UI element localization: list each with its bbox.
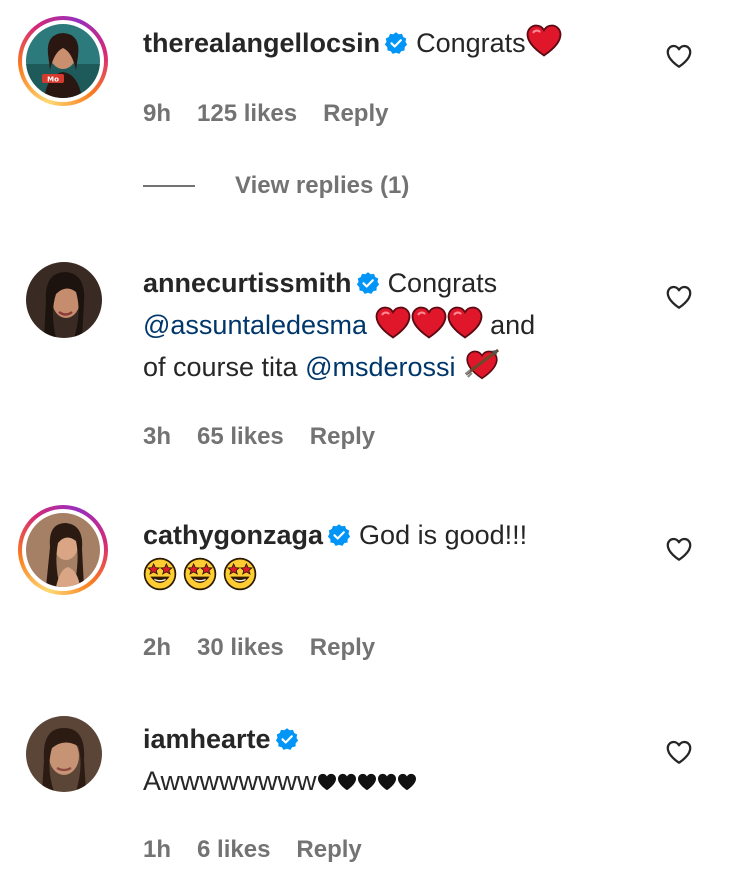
reply-button[interactable]: Reply	[323, 100, 388, 127]
comment-username[interactable]: iamhearte	[143, 724, 271, 754]
black-heart-emoji-icon	[357, 773, 377, 791]
comment-body: cathygonzaga God is good!!!	[143, 514, 613, 598]
mention-link[interactable]: @assuntaledesma	[143, 310, 367, 340]
black-heart-emoji-icon	[397, 773, 417, 791]
heart-outline-icon[interactable]	[664, 41, 694, 71]
comment-text: God is good!!!	[359, 520, 528, 550]
avatar-story-ring[interactable]: Mo	[18, 16, 108, 106]
star-struck-emoji-icon	[223, 557, 257, 591]
comment-text: of course tita	[143, 352, 298, 382]
comment-body: annecurtissmith Congrats @assuntaledesma …	[143, 262, 613, 388]
comment-username[interactable]: cathygonzaga	[143, 520, 323, 550]
star-struck-emoji-icon	[143, 557, 177, 591]
comment-meta: 3h 65 likes Reply	[143, 423, 401, 451]
comment-body: iamhearte Awwwwwwww	[143, 718, 613, 802]
verified-badge-icon	[327, 523, 351, 547]
black-heart-emoji-icon	[337, 773, 357, 791]
comment-username[interactable]: therealangellocsin	[143, 28, 380, 58]
black-heart-emoji-icon	[317, 773, 337, 791]
verified-badge-icon	[275, 727, 299, 751]
comment-likes[interactable]: 6 likes	[197, 836, 270, 863]
comment-meta: 9h 125 likes Reply	[143, 100, 414, 128]
comment-time: 9h	[143, 100, 172, 127]
black-heart-emoji-icon	[377, 773, 397, 791]
avatar	[26, 513, 100, 587]
reply-button[interactable]: Reply	[310, 423, 375, 450]
reply-button[interactable]: Reply	[296, 836, 361, 863]
comment-likes[interactable]: 30 likes	[197, 634, 284, 661]
mention-link[interactable]: @msderossi	[305, 352, 455, 382]
heart-with-arrow-emoji-icon	[463, 346, 501, 381]
red-heart-emoji-icon	[447, 306, 483, 339]
comment-text: Awwwwwwww	[143, 766, 317, 796]
comment-text: Congrats	[387, 268, 498, 298]
heart-outline-icon[interactable]	[664, 282, 694, 312]
avatar[interactable]	[26, 262, 102, 338]
avatar-story-ring[interactable]	[18, 505, 108, 595]
comment-time: 3h	[143, 423, 172, 450]
svg-text:Mo: Mo	[47, 76, 59, 84]
star-struck-emoji-icon	[183, 557, 217, 591]
red-heart-emoji-icon	[375, 306, 411, 339]
comment-body: therealangellocsin Congrats	[143, 22, 613, 64]
avatar[interactable]	[26, 716, 102, 792]
comment-meta: 1h 6 likes Reply	[143, 836, 388, 864]
comment-likes[interactable]: 65 likes	[197, 423, 284, 450]
avatar: Mo	[26, 24, 100, 98]
red-heart-emoji-icon	[526, 24, 562, 57]
comment-time: 2h	[143, 634, 172, 661]
comment-text: and	[490, 310, 536, 340]
reply-button[interactable]: Reply	[310, 634, 375, 661]
comment-username[interactable]: annecurtissmith	[143, 268, 352, 298]
comment-meta: 2h 30 likes Reply	[143, 634, 401, 662]
heart-outline-icon[interactable]	[664, 534, 694, 564]
red-heart-emoji-icon	[411, 306, 447, 339]
heart-outline-icon[interactable]	[664, 737, 694, 767]
view-replies-label: View replies (1)	[235, 172, 410, 199]
verified-badge-icon	[384, 31, 408, 55]
replies-divider	[143, 185, 195, 187]
comment-likes[interactable]: 125 likes	[197, 100, 297, 127]
view-replies-button[interactable]: View replies (1)	[143, 172, 409, 200]
comment-text: Congrats	[416, 28, 526, 58]
comment-time: 1h	[143, 836, 172, 863]
verified-badge-icon	[356, 271, 380, 295]
